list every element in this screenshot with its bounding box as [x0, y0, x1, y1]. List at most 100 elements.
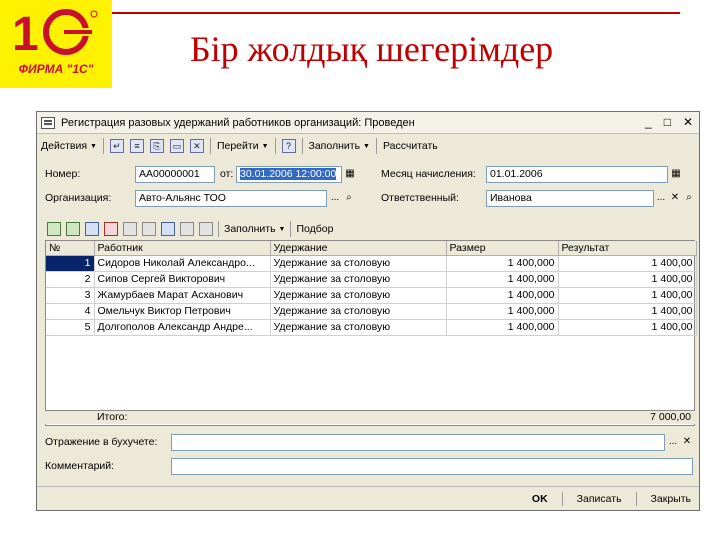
window-buttons-bar: OK Записать Закрыть	[37, 486, 699, 510]
table-row[interactable]: 3 Жамурбаев Марат Асханович Удержание за…	[46, 287, 697, 304]
goto-menu[interactable]: Перейти ▼	[217, 140, 269, 152]
move-up-icon[interactable]	[142, 222, 156, 236]
employee-cell[interactable]: Долгополов Александр Андре...	[94, 319, 271, 336]
column-header-result[interactable]: Результат	[558, 241, 697, 256]
fill-label: Заполнить	[308, 140, 361, 152]
close-window-button[interactable]: ✕	[683, 115, 693, 129]
sort-desc-icon[interactable]	[199, 222, 213, 236]
size-cell[interactable]: 1 400,000	[446, 319, 559, 336]
document-window: Регистрация разовых удержаний работников…	[36, 111, 700, 511]
copy-row-icon[interactable]	[66, 222, 80, 236]
result-cell[interactable]: 1 400,00	[558, 255, 697, 272]
month-label: Месяц начисления:	[381, 168, 476, 180]
employee-cell[interactable]: Жамурбаев Марат Асханович	[94, 287, 271, 304]
folder-icon[interactable]: ▭	[169, 139, 184, 153]
row-number: 3	[46, 287, 95, 304]
deduction-cell[interactable]: Удержание за столовую	[270, 255, 447, 272]
chevron-down-icon: ▼	[90, 142, 97, 150]
move-down-icon[interactable]	[161, 222, 175, 236]
select-ellipsis-button[interactable]: ...	[666, 434, 680, 451]
result-cell[interactable]: 1 400,00	[558, 287, 697, 304]
toolbar-divider	[102, 138, 104, 154]
clear-icon[interactable]: ✕	[680, 434, 694, 451]
date-field[interactable]: 30.01.2006 12:00:00	[236, 166, 342, 183]
number-label: Номер:	[45, 168, 81, 180]
table-row[interactable]: 2 Сипов Сергей Викторович Удержание за с…	[46, 271, 697, 288]
responsible-field[interactable]: Иванова	[486, 190, 654, 207]
date-value: 30.01.2006 12:00:00	[240, 168, 337, 180]
size-cell[interactable]: 1 400,000	[446, 255, 559, 272]
calendar-icon[interactable]: ▦	[669, 166, 683, 183]
delete-row-icon[interactable]	[104, 222, 118, 236]
delete-mark-icon[interactable]: ✕	[189, 139, 204, 153]
column-header-deduction[interactable]: Удержание	[270, 241, 447, 256]
main-toolbar: Действия ▼ ↵ ≡ ⎘ ▭ ✕ Перейти ▼ ? Заполнить…	[37, 135, 699, 157]
size-cell[interactable]: 1 400,000	[446, 287, 559, 304]
select-ellipsis-button[interactable]: ...	[328, 190, 342, 207]
table-fill-menu[interactable]: Заполнить ▼	[224, 223, 285, 235]
search-icon[interactable]: ⌕	[342, 190, 356, 207]
actions-menu[interactable]: Действия ▼	[41, 140, 97, 152]
deduction-cell[interactable]: Удержание за столовую	[270, 287, 447, 304]
logo-brand-text: ФИРМА "1С"	[18, 62, 94, 76]
save-button[interactable]: Записать	[577, 493, 622, 505]
ok-button[interactable]: OK	[532, 493, 548, 505]
number-field[interactable]: АА00000001	[135, 166, 215, 183]
table-totals-row: Итого: 7 000,00	[45, 410, 695, 424]
sort-asc-icon[interactable]	[180, 222, 194, 236]
deduction-cell[interactable]: Удержание за столовую	[270, 271, 447, 288]
fill-menu[interactable]: Заполнить ▼	[309, 140, 370, 152]
pick-label: Подбор	[296, 223, 334, 235]
comment-label: Комментарий:	[45, 460, 115, 472]
calendar-icon[interactable]: ▦	[343, 166, 357, 183]
accounting-field[interactable]	[171, 434, 665, 451]
close-button[interactable]: Закрыть	[651, 493, 691, 505]
deduction-cell[interactable]: Удержание за столовую	[270, 303, 447, 320]
button-divider	[635, 491, 637, 506]
table-row[interactable]: 5 Долгополов Александр Андре... Удержани…	[46, 319, 697, 336]
select-ellipsis-button[interactable]: ...	[654, 190, 668, 207]
column-header-number[interactable]: №	[46, 241, 95, 256]
table-row[interactable]: 1 Сидоров Николай Александро... Удержани…	[46, 255, 697, 272]
add-row-icon[interactable]	[47, 222, 61, 236]
organization-field[interactable]: Авто-Альянс ТОО	[135, 190, 327, 207]
window-titlebar: Регистрация разовых удержаний работников…	[37, 112, 699, 134]
help-icon[interactable]: ?	[281, 139, 296, 153]
window-title: Регистрация разовых удержаний работников…	[61, 116, 415, 129]
logo-1c: 1 ФИРМА "1С"	[0, 0, 112, 88]
window-controls: _ □ ✕	[645, 115, 693, 129]
post-and-close-icon[interactable]: ↵	[109, 139, 124, 153]
result-cell[interactable]: 1 400,00	[558, 319, 697, 336]
clear-icon[interactable]: ✕	[668, 190, 682, 207]
calculate-button[interactable]: Рассчитать	[383, 140, 438, 152]
row-number: 5	[46, 319, 95, 336]
month-field[interactable]: 01.01.2006	[486, 166, 668, 183]
end-edit-icon[interactable]	[123, 222, 137, 236]
comment-field[interactable]	[171, 458, 693, 475]
actions-label: Действия	[41, 140, 88, 152]
size-cell[interactable]: 1 400,000	[446, 303, 559, 320]
search-icon[interactable]: ⌕	[682, 190, 696, 207]
size-cell[interactable]: 1 400,000	[446, 271, 559, 288]
toolbar-divider	[301, 138, 303, 154]
employee-cell[interactable]: Сипов Сергей Викторович	[94, 271, 271, 288]
column-header-size[interactable]: Размер	[446, 241, 559, 256]
minimize-button[interactable]: _	[645, 115, 652, 129]
employee-cell[interactable]: Омельчук Виктор Петрович	[94, 303, 271, 320]
employee-cell[interactable]: Сидоров Николай Александро...	[94, 255, 271, 272]
edit-row-icon[interactable]	[85, 222, 99, 236]
result-cell[interactable]: 1 400,00	[558, 271, 697, 288]
copy-icon[interactable]: ⎘	[149, 139, 164, 153]
toolbar-divider	[274, 138, 276, 154]
deductions-table: № Работник Удержание Размер Результат 1 …	[45, 240, 697, 426]
maximize-button[interactable]: □	[664, 115, 671, 129]
result-cell[interactable]: 1 400,00	[558, 303, 697, 320]
table-row[interactable]: 4 Омельчук Виктор Петрович Удержание за …	[46, 303, 697, 320]
toolbar-divider	[290, 221, 292, 237]
print-icon[interactable]: ≡	[129, 139, 144, 153]
toolbar-divider	[209, 138, 211, 154]
deduction-cell[interactable]: Удержание за столовую	[270, 319, 447, 336]
row-number: 2	[46, 271, 95, 288]
column-header-employee[interactable]: Работник	[94, 241, 271, 256]
pick-button[interactable]: Подбор	[296, 223, 333, 235]
